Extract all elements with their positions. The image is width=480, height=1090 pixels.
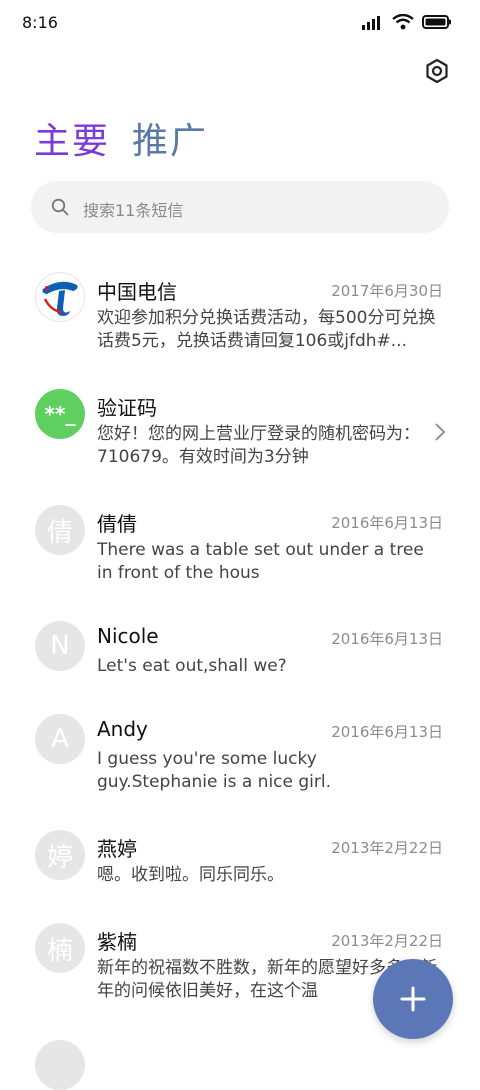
tab-promotions[interactable]: 推广 xyxy=(132,112,208,164)
status-bar: 8:16 xyxy=(0,0,480,46)
contact-name: 燕婷 xyxy=(97,837,137,861)
signal-icon xyxy=(362,16,380,30)
avatar: **_ xyxy=(35,389,85,439)
avatar xyxy=(35,272,85,322)
avatar xyxy=(35,1040,85,1090)
tab-bar: 主要 推广 xyxy=(34,112,208,164)
contact-name: Andy xyxy=(97,717,148,741)
status-time: 8:16 xyxy=(22,13,58,32)
message-date: 2013年2月22日 xyxy=(331,839,443,857)
search-icon xyxy=(51,198,69,216)
search-input[interactable]: 搜索11条短信 xyxy=(31,181,449,233)
message-preview: 您好！您的网上营业厅登录的随机密码为：710679。有效时间为3分钟 xyxy=(97,424,420,467)
avatar: 楠 xyxy=(35,923,85,973)
conversation-row[interactable]: A Andy 2016年6月13日 I guess you're some lu… xyxy=(0,699,480,799)
contact-name: 验证码 xyxy=(97,396,157,420)
chevron-right-icon[interactable] xyxy=(434,422,446,442)
new-message-button[interactable] xyxy=(373,959,453,1039)
message-date: 2016年6月13日 xyxy=(331,630,443,648)
conversation-row-verification[interactable]: **_ 验证码 您好！您的网上营业厅登录的随机密码为：710679。有效时间为3… xyxy=(0,374,480,474)
message-preview: Let's eat out,shall we? xyxy=(97,656,287,676)
battery-icon xyxy=(422,15,451,29)
conversation-row[interactable]: N Nicole 2016年6月13日 Let's eat out,shall … xyxy=(0,606,480,686)
conversation-row[interactable]: 婷 燕婷 2013年2月22日 嗯。收到啦。同乐同乐。 xyxy=(0,815,480,895)
conversation-row-telecom[interactable]: 中国电信 2017年6月30日 欢迎参加积分兑换话费活动，每500分可兑换话费5… xyxy=(0,258,480,358)
conversation-row[interactable]: 倩 倩倩 2016年6月13日 There was a table set ou… xyxy=(0,490,480,590)
tab-primary[interactable]: 主要 xyxy=(34,112,110,164)
message-preview: 欢迎参加积分兑换话费活动，每500分可兑换话费5元，兑换话费请回复106或jfd… xyxy=(97,308,436,351)
settings-button[interactable] xyxy=(424,58,450,84)
china-telecom-logo-icon xyxy=(42,281,78,316)
message-date: 2013年2月22日 xyxy=(331,932,443,950)
avatar: 婷 xyxy=(35,830,85,880)
search-placeholder: 搜索11条短信 xyxy=(83,201,184,220)
status-icons xyxy=(362,14,452,30)
message-date: 2017年6月30日 xyxy=(331,282,443,300)
contact-name: 中国电信 xyxy=(97,280,177,304)
avatar: 倩 xyxy=(35,505,85,555)
message-preview: I guess you're some lucky guy.Stephanie … xyxy=(97,749,332,792)
contact-name: 紫楠 xyxy=(97,930,137,954)
contact-name: 倩倩 xyxy=(97,512,137,536)
message-date: 2016年6月13日 xyxy=(331,514,443,532)
conversation-row-partial[interactable] xyxy=(0,1038,480,1090)
message-preview: 嗯。收到啦。同乐同乐。 xyxy=(97,865,284,885)
settings-icon xyxy=(426,58,448,84)
message-date: 2016年6月13日 xyxy=(331,723,443,741)
avatar: N xyxy=(35,621,85,671)
wifi-icon xyxy=(392,14,414,30)
message-preview: There was a table set out under a tree i… xyxy=(97,540,424,583)
contact-name: Nicole xyxy=(97,624,159,648)
plus-icon xyxy=(400,986,426,1012)
avatar: A xyxy=(35,714,85,764)
